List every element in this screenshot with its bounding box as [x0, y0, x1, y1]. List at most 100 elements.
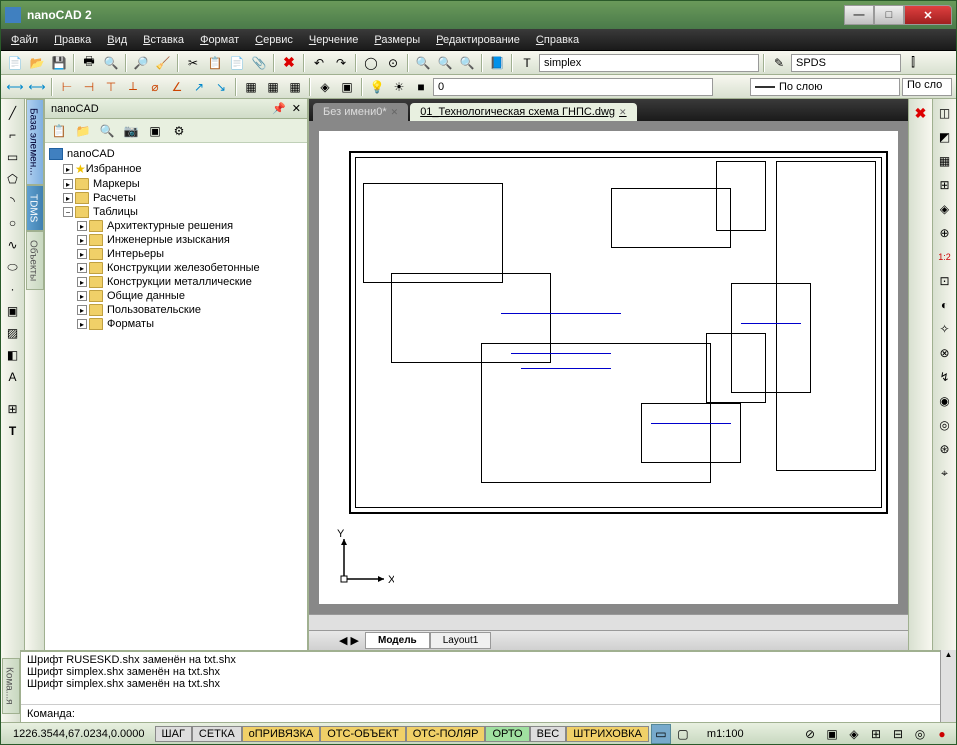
- menu-черчение[interactable]: Черчение: [301, 32, 367, 48]
- drawing-canvas[interactable]: X Y: [319, 131, 898, 604]
- st-icon6[interactable]: ⊞: [866, 724, 886, 744]
- expand-icon[interactable]: ⫿: [903, 53, 923, 73]
- r-icon7[interactable]: 1:2: [935, 247, 955, 267]
- status-toggle-оПРИВЯЗКА[interactable]: оПРИВЯЗКА: [242, 726, 321, 742]
- tree-toggle-icon[interactable]: ▸: [63, 164, 73, 174]
- dim-a-icon[interactable]: ⊞: [3, 399, 23, 419]
- circle2-icon[interactable]: ○: [3, 213, 23, 233]
- status-toggle-ОТС-ОБЪЕКТ[interactable]: ОТС-ОБЪЕКТ: [320, 726, 405, 742]
- r-icon11[interactable]: ⊗: [935, 343, 955, 363]
- tree-root[interactable]: nanoCAD: [49, 147, 303, 161]
- spds-input[interactable]: [791, 54, 901, 72]
- ellipse-icon[interactable]: ⬭: [3, 257, 23, 277]
- r-icon16[interactable]: ⌖: [935, 463, 955, 483]
- tree-item[interactable]: ▸Форматы: [49, 317, 303, 331]
- bulb-icon[interactable]: 💡: [367, 77, 387, 97]
- menu-справка[interactable]: Справка: [528, 32, 587, 48]
- r-icon15[interactable]: ⊛: [935, 439, 955, 459]
- command-log[interactable]: Шрифт RUSESKD.shx заменён на txt.shxШриф…: [21, 652, 940, 704]
- layer-input[interactable]: [433, 78, 713, 96]
- zoom1-icon[interactable]: 🔍: [413, 53, 433, 73]
- status-toggle-СЕТКА[interactable]: СЕТКА: [192, 726, 242, 742]
- tree-item[interactable]: ▸Интерьеры: [49, 247, 303, 261]
- table2-icon[interactable]: ▦: [263, 77, 283, 97]
- tree-toggle-icon[interactable]: ▸: [77, 221, 87, 231]
- copy-icon[interactable]: 📋: [205, 53, 225, 73]
- sun-icon[interactable]: ☀: [389, 77, 409, 97]
- cut-icon[interactable]: ✂: [183, 53, 203, 73]
- tree-toggle-icon[interactable]: ▸: [77, 263, 87, 273]
- text-t-icon[interactable]: T: [3, 421, 23, 441]
- layout-tab[interactable]: Layout1: [430, 632, 492, 649]
- st-icon8[interactable]: ◎: [910, 724, 930, 744]
- bylayer-select[interactable]: По слою: [750, 78, 900, 96]
- menu-вставка[interactable]: Вставка: [135, 32, 192, 48]
- tree-item[interactable]: ▸Маркеры: [49, 177, 303, 191]
- prop-icon[interactable]: ▣: [337, 77, 357, 97]
- paste-icon[interactable]: 📄: [227, 53, 247, 73]
- tree-toggle-icon[interactable]: −: [63, 207, 73, 217]
- tree-toggle-icon[interactable]: ▸: [77, 305, 87, 315]
- panel-close-icon[interactable]: ✕: [292, 102, 301, 115]
- command-input-line[interactable]: Команда:: [21, 704, 940, 722]
- pt-icon1[interactable]: 📋: [49, 121, 69, 141]
- find-icon[interactable]: 🔎: [131, 53, 151, 73]
- delete-icon[interactable]: ✖: [279, 53, 299, 73]
- layout-tab[interactable]: Модель: [365, 632, 430, 649]
- dim3-icon[interactable]: ⊢: [57, 77, 77, 97]
- r-icon3[interactable]: ▦: [935, 151, 955, 171]
- tree-item[interactable]: ▸★Избранное: [49, 161, 303, 177]
- tree-toggle-icon[interactable]: ▸: [77, 235, 87, 245]
- erase-icon[interactable]: ◯: [361, 53, 381, 73]
- r-icon10[interactable]: ✧: [935, 319, 955, 339]
- tree-toggle-icon[interactable]: ▸: [63, 179, 73, 189]
- dim8-icon[interactable]: ∠: [167, 77, 187, 97]
- tree-item[interactable]: ▸Пользовательские: [49, 303, 303, 317]
- zoom3-icon[interactable]: 🔍: [457, 53, 477, 73]
- scale-readout[interactable]: m1:100: [695, 728, 756, 740]
- tree-item[interactable]: ▸Расчеты: [49, 191, 303, 205]
- r-icon14[interactable]: ◎: [935, 415, 955, 435]
- st-icon5[interactable]: ◈: [844, 724, 864, 744]
- zoom2-icon[interactable]: 🔍: [435, 53, 455, 73]
- r-icon12[interactable]: ↯: [935, 367, 955, 387]
- preview-icon[interactable]: 🔍: [101, 53, 121, 73]
- clip-icon[interactable]: 📎: [249, 53, 269, 73]
- dim6-icon[interactable]: ⟂: [123, 77, 143, 97]
- hatch-icon[interactable]: ▨: [3, 323, 23, 343]
- status-toggle-ВЕС[interactable]: ВЕС: [530, 726, 567, 742]
- pt-icon3[interactable]: 🔍: [97, 121, 117, 141]
- spds-icon[interactable]: ✎: [769, 53, 789, 73]
- st-icon9[interactable]: ●: [932, 724, 952, 744]
- menu-редактирование[interactable]: Редактирование: [428, 32, 528, 48]
- tree-toggle-icon[interactable]: ▸: [63, 193, 73, 203]
- tab-close-icon[interactable]: ✕: [391, 107, 399, 118]
- save-icon[interactable]: 💾: [49, 53, 69, 73]
- panel-titlebar[interactable]: nanoCAD 📌 ✕: [45, 99, 307, 119]
- tree-item[interactable]: ▸Общие данные: [49, 289, 303, 303]
- tree-view[interactable]: nanoCAD▸★Избранное▸Маркеры▸Расчеты−Табли…: [45, 143, 307, 650]
- st-icon2[interactable]: ▢: [673, 724, 693, 744]
- poly-icon[interactable]: ⬠: [3, 169, 23, 189]
- status-toggle-ОРТО[interactable]: ОРТО: [485, 726, 529, 742]
- tree-item[interactable]: ▸Конструкции металлические: [49, 275, 303, 289]
- bylayer2-select[interactable]: По сло: [902, 78, 952, 96]
- minimize-button[interactable]: —: [844, 5, 874, 25]
- vtab-objects[interactable]: Объекты: [26, 231, 44, 290]
- menu-вид[interactable]: Вид: [99, 32, 135, 48]
- pline-icon[interactable]: ⌐: [3, 125, 23, 145]
- tree-item[interactable]: ▸Инженерные изыскания: [49, 233, 303, 247]
- help-icon[interactable]: 📘: [487, 53, 507, 73]
- spline-icon[interactable]: ∿: [3, 235, 23, 255]
- print-icon[interactable]: 🖶: [79, 53, 99, 73]
- tree-toggle-icon[interactable]: ▸: [77, 319, 87, 329]
- mtext-icon[interactable]: A: [3, 367, 23, 387]
- dim5-icon[interactable]: ⊤: [101, 77, 121, 97]
- region-icon[interactable]: ◧: [3, 345, 23, 365]
- pt-icon2[interactable]: 📁: [73, 121, 93, 141]
- menu-формат[interactable]: Формат: [192, 32, 247, 48]
- canvas-viewport[interactable]: X Y: [309, 121, 908, 614]
- cmd-scrollbar[interactable]: ▲: [940, 650, 956, 722]
- undo-icon[interactable]: ↶: [309, 53, 329, 73]
- dim4-icon[interactable]: ⊣: [79, 77, 99, 97]
